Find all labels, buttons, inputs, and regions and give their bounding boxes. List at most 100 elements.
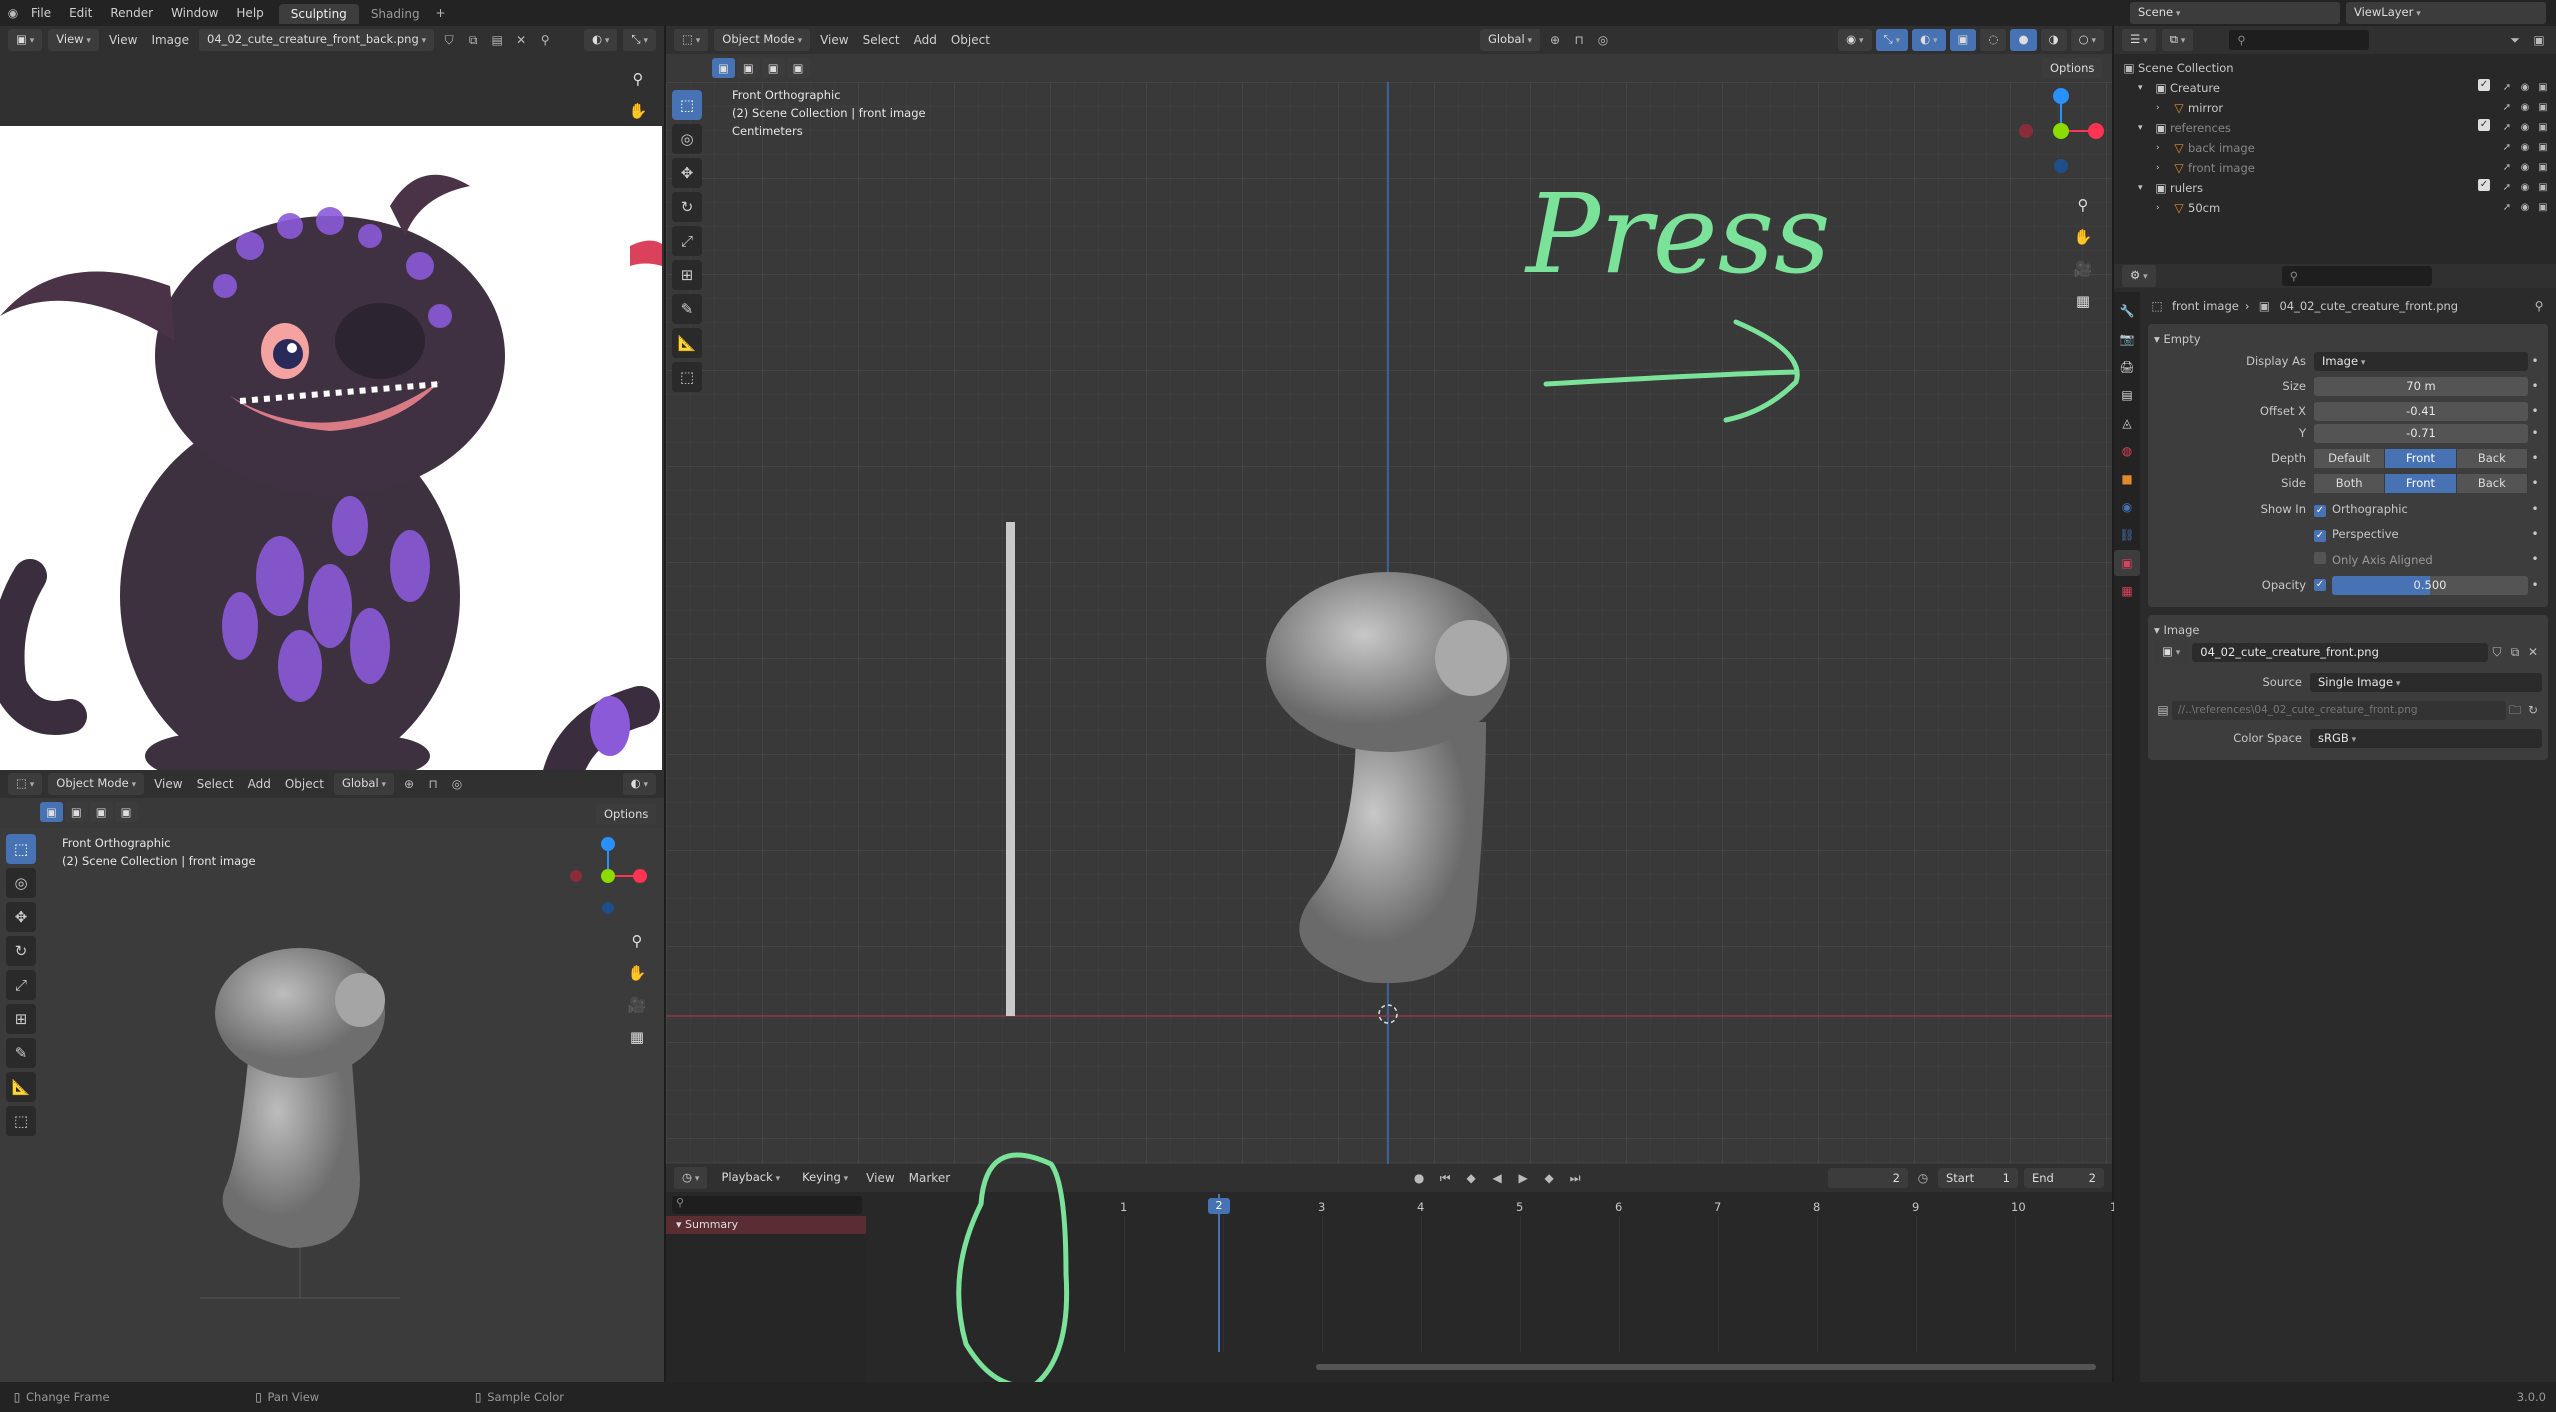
exclude-checkbox[interactable]: ✓ (2478, 119, 2490, 131)
gizmo-button[interactable]: ⤡ (1875, 29, 1909, 51)
unlink-icon[interactable]: ✕ (2524, 643, 2542, 661)
new-collection-icon[interactable]: ▣ (2530, 31, 2548, 49)
side-back-button[interactable]: Back (2456, 473, 2528, 493)
object-mode-selector[interactable]: Object Mode (714, 29, 811, 51)
select-new-button[interactable]: ▣ (40, 802, 63, 822)
camera-icon[interactable]: ▣ (2536, 119, 2550, 137)
select-icon[interactable]: ➚ (2500, 79, 2514, 97)
filepath-field[interactable]: //..\references\04_02_cute_creature_fron… (2172, 700, 2506, 720)
exclude-checkbox[interactable]: ✓ (2478, 79, 2490, 91)
expand-arrow-icon[interactable]: › (2156, 158, 2170, 178)
add-workspace-icon[interactable]: + (432, 4, 450, 22)
zoom-icon[interactable]: ⚲ (2070, 192, 2096, 218)
expand-arrow-icon[interactable]: ▾ (2138, 178, 2152, 198)
eye-icon[interactable]: ◉ (2518, 119, 2532, 137)
mini-axis-gizmo[interactable] (568, 836, 648, 916)
editor-type-button[interactable]: ⚙ (2122, 265, 2156, 287)
depth-back-button[interactable]: Back (2456, 448, 2528, 468)
timeline-search[interactable]: ⚲ (672, 1196, 862, 1214)
offset-x-field[interactable]: -0.41 (2314, 401, 2528, 421)
editor-type-button[interactable]: ☰ (2122, 29, 2156, 51)
camera-icon[interactable]: ▣ (2536, 159, 2550, 177)
menu-view[interactable]: View (816, 27, 852, 53)
menu-add[interactable]: Add (244, 771, 275, 797)
image-browse-button[interactable]: ▣ (2154, 641, 2189, 663)
play-reverse-icon[interactable]: ◀ (1488, 1169, 1506, 1187)
world-tab-icon[interactable]: ◍ (2114, 438, 2140, 464)
jump-end-icon[interactable]: ⏭ (1566, 1169, 1584, 1187)
render-shading-button[interactable]: ○ (2070, 29, 2104, 51)
camera-icon[interactable]: 🎥 (2070, 256, 2096, 282)
orientation-selector[interactable]: Global (333, 773, 395, 795)
eye-icon[interactable]: ◉ (2518, 179, 2532, 197)
menu-window[interactable]: Window (162, 0, 227, 26)
select-icon[interactable]: ➚ (2500, 99, 2514, 117)
hand-icon[interactable]: ✋ (625, 98, 651, 124)
eye-icon[interactable]: ◉ (2518, 79, 2532, 97)
close-icon[interactable]: ✕ (512, 31, 530, 49)
properties-search[interactable]: ⚲ (2281, 266, 2432, 286)
grid-icon[interactable]: ▦ (2070, 288, 2096, 314)
options-button[interactable]: Options (596, 804, 657, 824)
timeline-scrollbar[interactable] (1316, 1364, 2096, 1370)
end-frame-field[interactable]: End 2 (2024, 1168, 2104, 1188)
opacity-checkbox[interactable]: ✓ (2314, 579, 2326, 591)
display-mode-button[interactable]: ⧉ (2161, 29, 2194, 51)
physics-tab-icon[interactable]: ◉ (2114, 494, 2140, 520)
expand-arrow-icon[interactable]: ▾ (2138, 118, 2152, 138)
summary-row[interactable]: ▾ Summary (666, 1216, 866, 1234)
editor-type-button[interactable]: ⬚ (8, 773, 43, 795)
camera-icon[interactable]: ▣ (2536, 139, 2550, 157)
menu-file[interactable]: File (22, 0, 60, 26)
select-intersect-button[interactable]: ▣ (786, 58, 810, 78)
select-new-button[interactable]: ▣ (712, 58, 735, 78)
tab-shading[interactable]: Shading (359, 4, 432, 24)
zoom-icon[interactable]: ⚲ (624, 928, 650, 954)
outliner-row[interactable]: › ▽ back image ➚ ◉ ▣ (2120, 138, 2550, 158)
view-layer-selector[interactable]: ViewLayer (2346, 2, 2546, 24)
folder-icon[interactable]: 🗀 (2506, 701, 2524, 719)
next-key-icon[interactable]: ◆ (1540, 1169, 1558, 1187)
select-icon[interactable]: ➚ (2500, 199, 2514, 217)
outliner-root[interactable]: ▣ Scene Collection (2120, 58, 2550, 78)
zoom-icon[interactable]: ⚲ (625, 66, 651, 92)
scene-selector[interactable]: Scene (2130, 2, 2340, 24)
snap-icon[interactable]: ⊓ (1570, 31, 1588, 49)
clock-icon[interactable]: ◷ (1914, 1169, 1932, 1187)
reload-icon[interactable]: ↻ (2524, 701, 2542, 719)
menu-select[interactable]: Select (859, 27, 904, 53)
camera-icon[interactable]: ▣ (2536, 179, 2550, 197)
playback-menu[interactable]: Playback (713, 1167, 788, 1189)
object-tab-icon[interactable]: ■ (2114, 466, 2140, 492)
select-extend-button[interactable]: ▣ (64, 802, 88, 822)
outliner-row[interactable]: ▾ ▣ Creature ✓ ➚ ◉ ▣ (2120, 78, 2550, 98)
blender-logo-icon[interactable]: ◉ (4, 4, 22, 22)
editor-type-button[interactable]: ◷ (674, 1167, 708, 1189)
new-image-icon[interactable]: ⧉ (464, 31, 482, 49)
filter-icon[interactable]: ⏷ (2506, 31, 2524, 49)
record-icon[interactable]: ● (1410, 1169, 1428, 1187)
play-icon[interactable]: ▶ (1514, 1169, 1532, 1187)
orientation-selector[interactable]: Global (1479, 29, 1541, 51)
visibility-button[interactable]: ◉ (1838, 29, 1872, 51)
depth-front-button[interactable]: Front (2385, 448, 2457, 468)
xray-button[interactable]: ▣ (1949, 29, 1977, 51)
main-viewport-canvas[interactable]: ⬚ ◎ ✥ ↻ ⤢ ⊞ ✎ 📐 ⬚ Front Orthographic (2)… (666, 82, 2112, 1164)
menu-object[interactable]: Object (947, 27, 994, 53)
menu-image[interactable]: Image (147, 27, 193, 53)
expand-arrow-icon[interactable]: › (2156, 138, 2170, 158)
mini-viewport-canvas[interactable]: ⬚ ◎ ✥ ↻ ⤢ ⊞ ✎ 📐 ⬚ Front Orthographic (2)… (0, 828, 664, 1382)
expand-arrow-icon[interactable]: › (2156, 98, 2170, 118)
image-selector[interactable]: 04_02_cute_creature_front_back.png (199, 29, 435, 51)
pin-icon[interactable]: ⚲ (536, 31, 554, 49)
view-layer-tab-icon[interactable]: ▤ (2114, 382, 2140, 408)
source-dropdown[interactable]: Single Image (2310, 672, 2542, 692)
menu-object[interactable]: Object (281, 771, 328, 797)
axis-aligned-checkbox[interactable]: Only Axis Aligned (2314, 551, 2528, 567)
exclude-checkbox[interactable]: ✓ (2478, 179, 2490, 191)
outliner-row[interactable]: ▾ ▣ references ✓ ➚ ◉ ▣ (2120, 118, 2550, 138)
hand-icon[interactable]: ✋ (2070, 224, 2096, 250)
current-frame-field[interactable]: 2 (1828, 1168, 1908, 1188)
keying-menu[interactable]: Keying (794, 1167, 856, 1189)
hand-icon[interactable]: ✋ (624, 960, 650, 986)
